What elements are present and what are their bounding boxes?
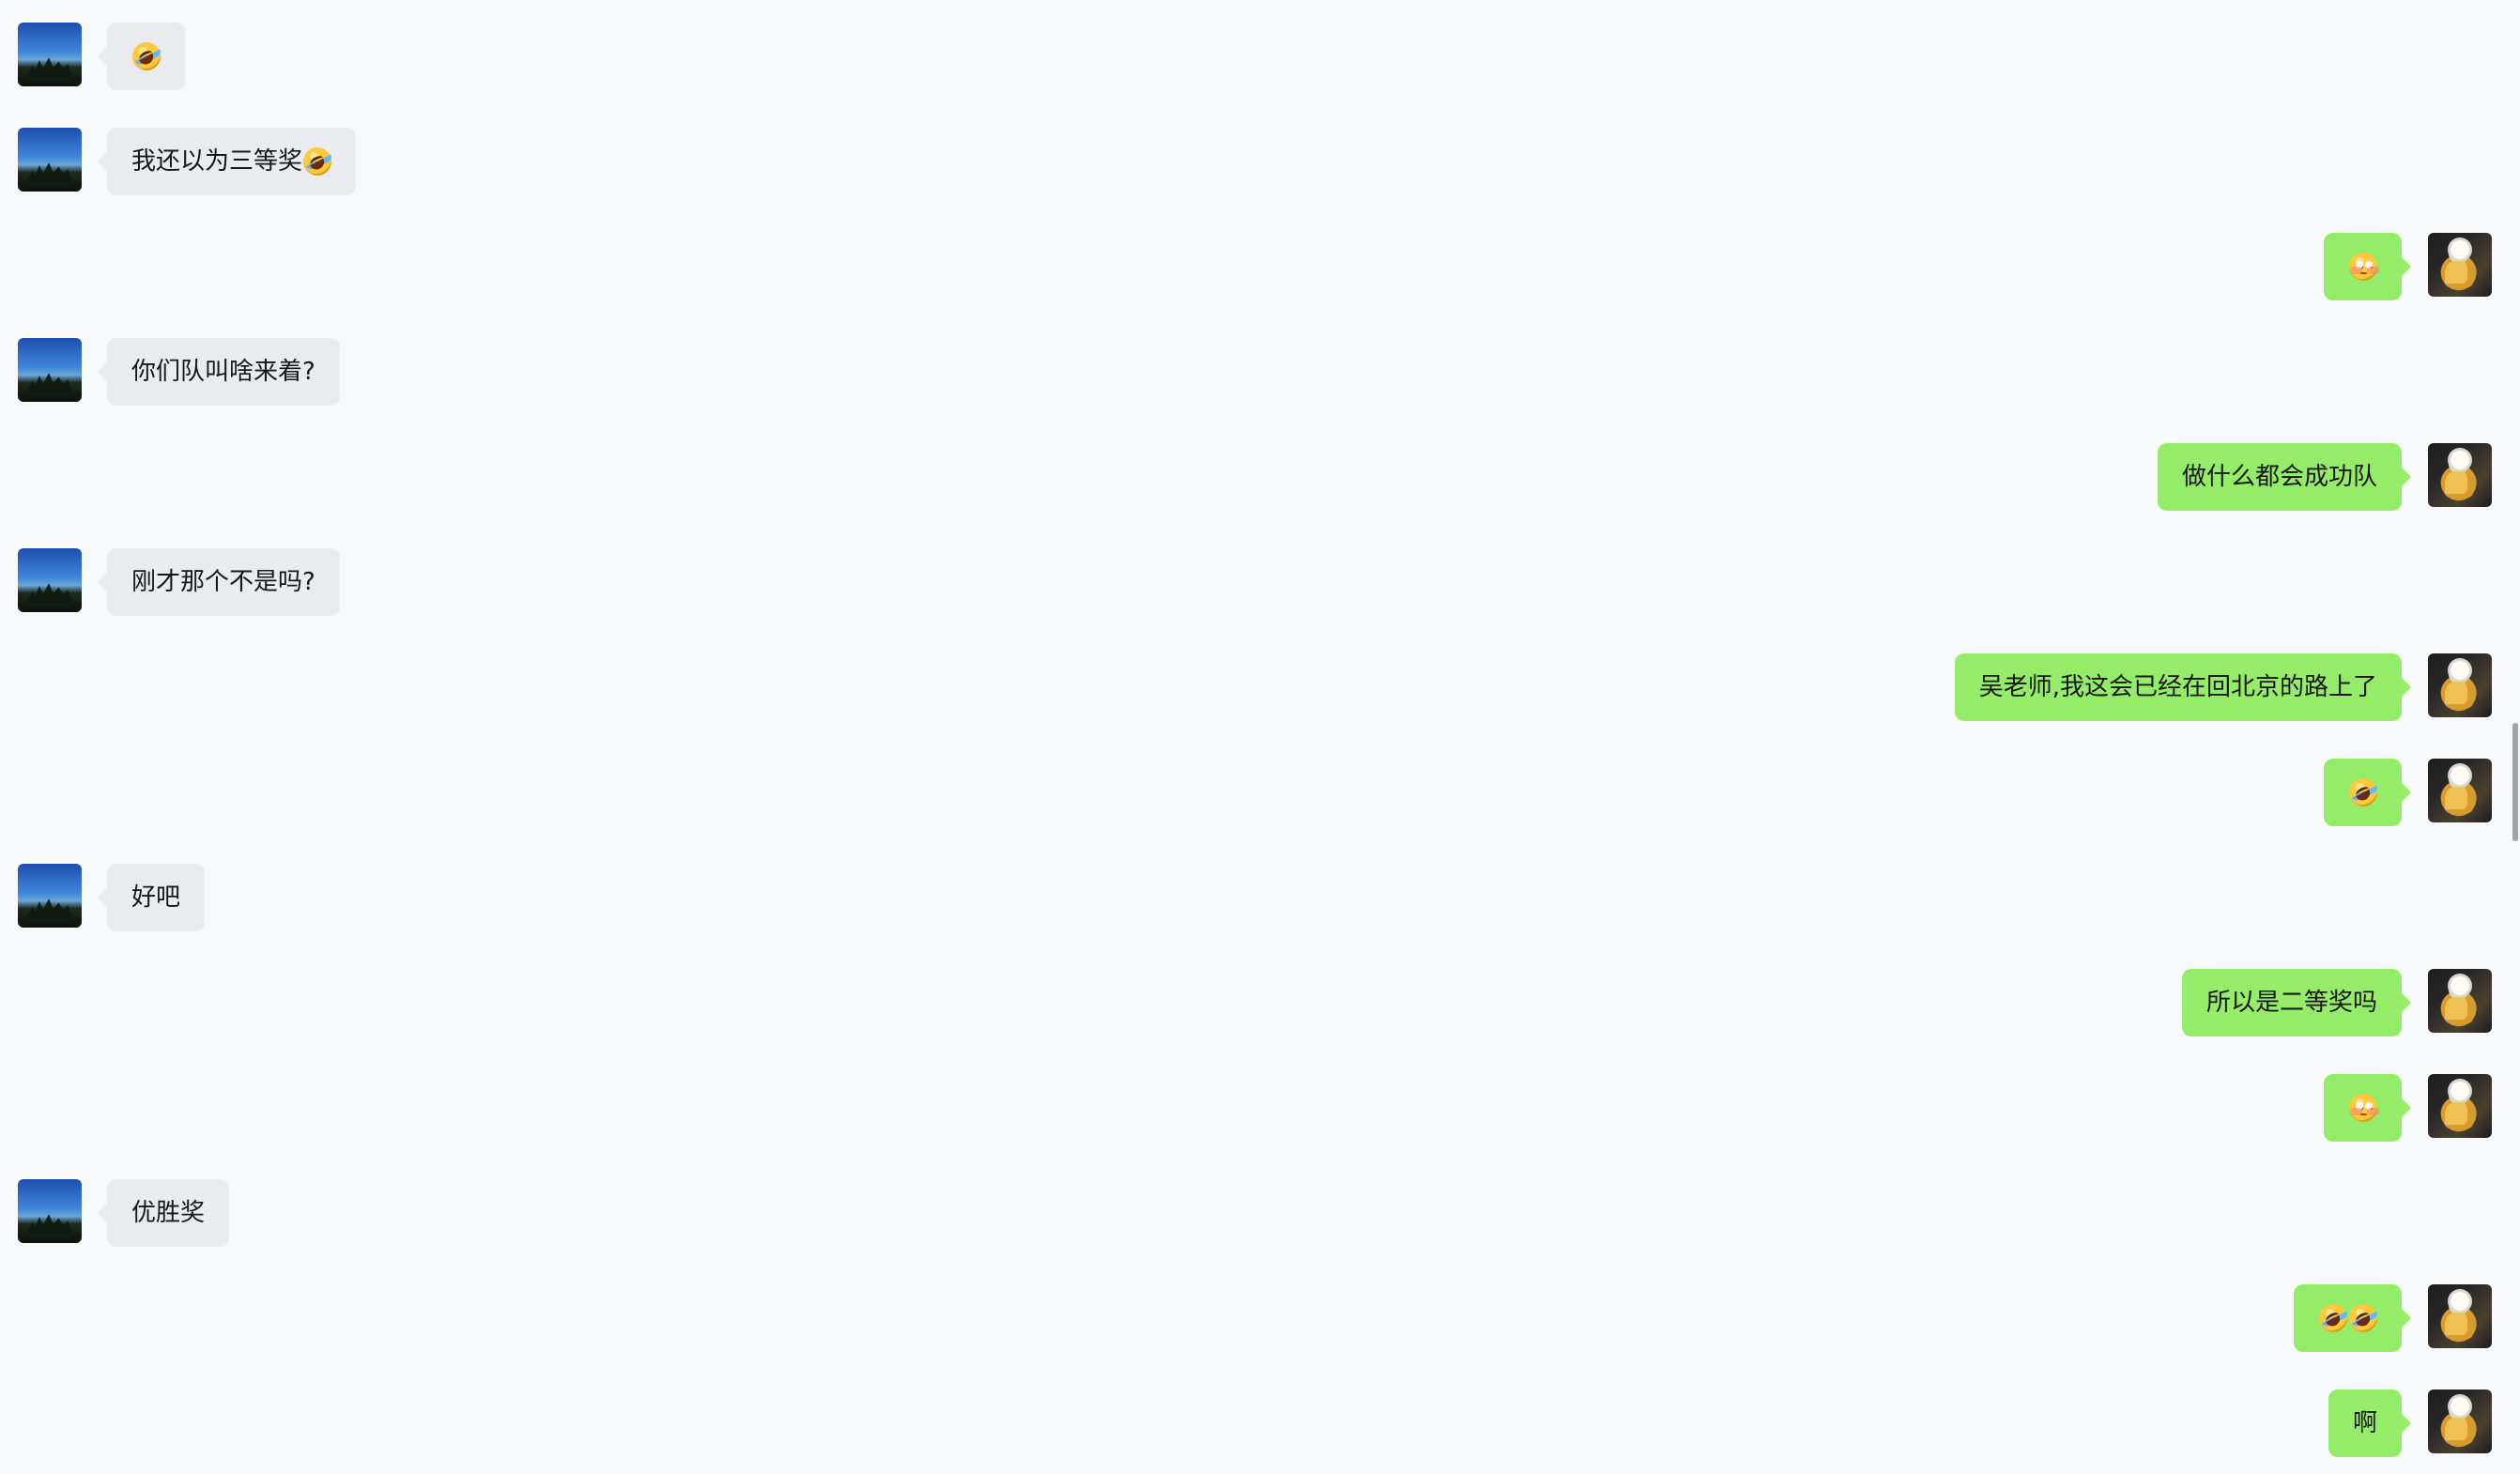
- outgoing-message-bubble[interactable]: 做什么都会成功队: [2157, 443, 2412, 511]
- self-avatar[interactable]: [2428, 1390, 2492, 1453]
- contact-avatar[interactable]: [18, 128, 82, 192]
- outgoing-message-bubble[interactable]: [2294, 1284, 2411, 1352]
- self-avatar[interactable]: [2428, 759, 2492, 822]
- self-avatar[interactable]: [2428, 1074, 2492, 1138]
- incoming-message: 好吧: [0, 864, 2520, 931]
- outgoing-message: [0, 759, 2520, 826]
- message-text: 吴老师,我这会已经在回北京的路上了: [1978, 673, 2377, 701]
- incoming-message-bubble[interactable]: 刚才那个不是吗?: [98, 548, 340, 616]
- outgoing-message-bubble[interactable]: 吴老师,我这会已经在回北京的路上了: [1954, 653, 2412, 721]
- outgoing-message: 所以是二等奖吗: [0, 969, 2520, 1036]
- outgoing-message-bubble[interactable]: 所以是二等奖吗: [2181, 969, 2412, 1036]
- incoming-message: 你们队叫啥来着?: [0, 338, 2520, 406]
- rolling-on-the-floor-laughing-emoji-icon: [2349, 778, 2377, 806]
- message-text: 优胜奖: [131, 1199, 206, 1227]
- outgoing-message-bubble[interactable]: [2324, 1074, 2411, 1142]
- outgoing-message: [0, 1074, 2520, 1142]
- outgoing-message-bubble[interactable]: [2324, 759, 2411, 826]
- incoming-message: 优胜奖: [0, 1179, 2520, 1247]
- message-text: 所以是二等奖吗: [2205, 989, 2377, 1017]
- self-avatar[interactable]: [2428, 1284, 2492, 1348]
- outgoing-message: [0, 233, 2520, 300]
- chat-history: 我还以为三等奖 你们队叫啥来着? 做什么都会成功队刚才那个不是吗? 吴老师,我这会已经…: [0, 0, 2520, 1474]
- contact-avatar[interactable]: [18, 864, 82, 928]
- message-text: 我还以为三等奖: [131, 147, 303, 176]
- rolling-on-the-floor-laughing-emoji-icon: [2319, 1304, 2347, 1332]
- chat-scrollbar[interactable]: [2512, 723, 2518, 841]
- outgoing-message: 做什么都会成功队: [0, 443, 2520, 511]
- incoming-message-bubble[interactable]: 我还以为三等奖: [97, 128, 357, 195]
- outgoing-message: 啊: [0, 1390, 2520, 1457]
- incoming-message-bubble[interactable]: 好吧: [97, 864, 206, 931]
- contact-avatar[interactable]: [18, 548, 82, 612]
- outgoing-message-bubble[interactable]: [2324, 233, 2411, 300]
- self-avatar[interactable]: [2428, 233, 2492, 297]
- flushed-emoji-icon: [2349, 253, 2377, 281]
- message-text: 啊: [2352, 1409, 2377, 1437]
- incoming-message: 我还以为三等奖: [0, 128, 2520, 195]
- self-avatar[interactable]: [2428, 969, 2492, 1033]
- rolling-on-the-floor-laughing-emoji-icon: [303, 147, 332, 176]
- self-avatar[interactable]: [2428, 443, 2492, 507]
- outgoing-message-bubble[interactable]: 啊: [2328, 1390, 2412, 1457]
- self-avatar[interactable]: [2428, 653, 2492, 717]
- message-text: 刚才那个不是吗?: [131, 568, 315, 596]
- contact-avatar[interactable]: [18, 338, 82, 402]
- incoming-message: 刚才那个不是吗?: [0, 548, 2520, 616]
- contact-avatar[interactable]: [18, 1179, 82, 1243]
- message-text: 你们队叫啥来着?: [131, 358, 315, 386]
- incoming-message-bubble[interactable]: [98, 23, 185, 90]
- outgoing-message: [0, 1284, 2520, 1352]
- incoming-message-bubble[interactable]: 你们队叫啥来着?: [98, 338, 340, 406]
- message-text: 做什么都会成功队: [2181, 463, 2377, 491]
- incoming-message: [0, 23, 2520, 90]
- contact-avatar[interactable]: [18, 23, 82, 86]
- flushed-emoji-icon: [2349, 1094, 2377, 1122]
- message-text: 好吧: [131, 883, 181, 912]
- rolling-on-the-floor-laughing-emoji-icon: [132, 42, 161, 70]
- incoming-message-bubble[interactable]: 优胜奖: [97, 1179, 230, 1247]
- outgoing-message: 吴老师,我这会已经在回北京的路上了: [0, 653, 2520, 721]
- rolling-on-the-floor-laughing-emoji-icon: [2349, 1304, 2377, 1332]
